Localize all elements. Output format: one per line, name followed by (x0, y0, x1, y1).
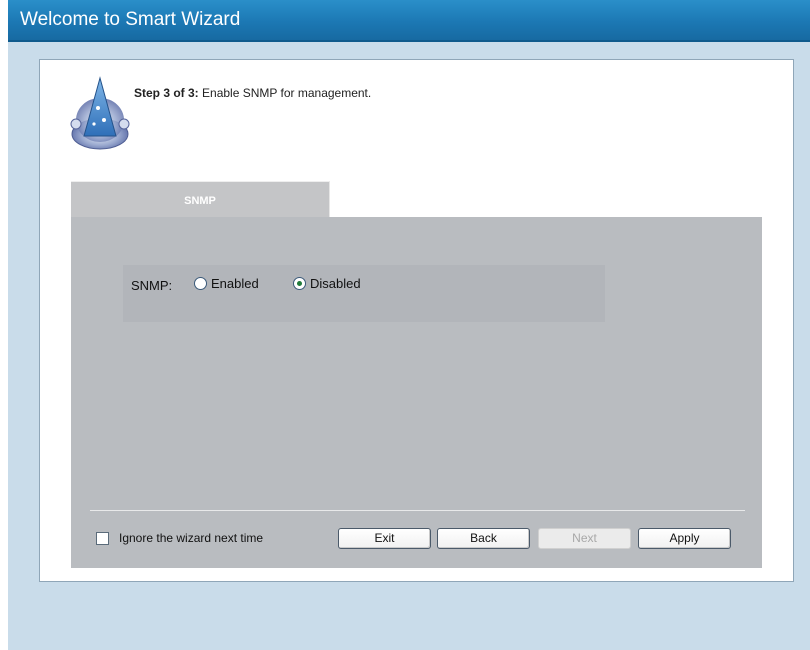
snmp-enabled-radio[interactable]: Enabled (194, 276, 259, 291)
ignore-wizard-option[interactable]: Ignore the wizard next time (96, 531, 263, 545)
snmp-enabled-label[interactable]: Enabled (211, 276, 259, 291)
step-description: Enable SNMP for management. (198, 86, 372, 100)
footer-divider (90, 510, 745, 511)
step-indicator: Step 3 of 3: Enable SNMP for management. (134, 86, 371, 100)
page-title: Welcome to Smart Wizard (20, 9, 241, 30)
back-button[interactable]: Back (437, 528, 530, 549)
snmp-setting-row: SNMP: Enabled Disabled (123, 265, 605, 322)
radio-enabled-indicator[interactable] (194, 277, 207, 290)
tab-snmp-label: SNMP (184, 195, 216, 207)
title-bar: Welcome to Smart Wizard (8, 0, 810, 42)
wizard-dialog: Step 3 of 3: Enable SNMP for management.… (39, 59, 794, 582)
ignore-wizard-checkbox[interactable] (96, 531, 109, 545)
step-prefix: Step 3 of 3: (134, 86, 199, 100)
snmp-disabled-radio[interactable]: Disabled (293, 276, 361, 291)
ignore-wizard-label[interactable]: Ignore the wizard next time (119, 531, 263, 545)
exit-button[interactable]: Exit (338, 528, 431, 549)
snmp-panel: SNMP: Enabled Disabled Ignore the wizard… (71, 217, 762, 568)
radio-disabled-indicator[interactable] (293, 277, 306, 290)
snmp-label: SNMP: (131, 278, 173, 293)
tab-snmp[interactable]: SNMP (71, 181, 330, 218)
next-button[interactable]: Next (538, 528, 631, 549)
apply-button[interactable]: Apply (638, 528, 731, 549)
wizard-hat-icon (70, 76, 130, 150)
snmp-disabled-label[interactable]: Disabled (310, 276, 361, 291)
